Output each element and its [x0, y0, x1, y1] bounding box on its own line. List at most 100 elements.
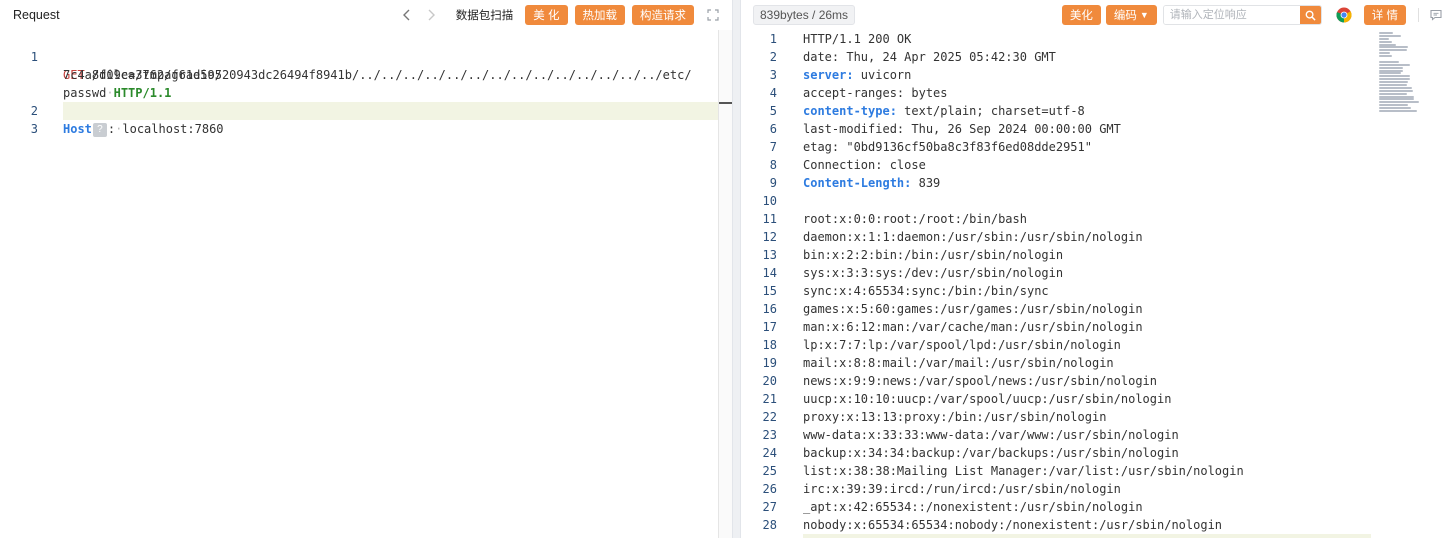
- response-text: list:x:38:38:Mailing List Manager:/var/l…: [803, 464, 1244, 478]
- response-line: 4 accept-ranges: bytes: [741, 84, 1455, 102]
- response-text: bin:x:2:2:bin:/bin:/usr/sbin/nologin: [803, 248, 1064, 262]
- line-number: 13: [762, 248, 777, 262]
- pane-divider[interactable]: [732, 0, 741, 538]
- line-number: 6: [769, 122, 777, 136]
- chevron-left-icon[interactable]: [397, 5, 417, 25]
- line-number: 23: [762, 428, 777, 442]
- line-number: 7: [769, 140, 777, 154]
- request-title: Request: [13, 8, 60, 22]
- line-number: 11: [762, 212, 777, 226]
- response-line: 21 uucp:x:10:10:uucp:/var/spool/uucp:/usr…: [741, 390, 1455, 408]
- scroll-position-marker: [719, 102, 732, 104]
- response-stats-badge: 839bytes / 26ms: [753, 5, 856, 25]
- response-text: date: Thu, 24 Apr 2025 05:42:30 GMT: [803, 50, 1056, 64]
- response-line: 20 news:x:9:9:news:/var/spool/news:/usr/s…: [741, 372, 1455, 390]
- response-line: 7 etag: "0bd9136cf50ba8c3f83f6ed08dde2951…: [741, 138, 1455, 156]
- search-icon[interactable]: [1299, 6, 1321, 24]
- details-button[interactable]: 详 情: [1363, 5, 1406, 25]
- response-editor[interactable]: 1 HTTP/1.1 200 OK 2 date: Thu, 24 Apr 2025 …: [741, 30, 1455, 538]
- response-text: news:x:9:9:news:/var/spool/news:/usr/sbi…: [803, 374, 1158, 388]
- packet-scan-button[interactable]: 数据包扫描: [451, 5, 519, 25]
- response-text: HTTP/1.1 200 OK: [803, 32, 912, 46]
- request-line-2: 2 Host?:·localhost:7860: [0, 84, 732, 137]
- response-line: 24 backup:x:34:34:backup:/var/backups:/us…: [741, 444, 1455, 462]
- response-line: 16 games:x:5:60:games:/usr/games:/usr/sbi…: [741, 300, 1455, 318]
- request-line-3: 3: [0, 102, 732, 136]
- line-number: 25: [762, 464, 777, 478]
- response-text: daemon:x:1:1:daemon:/usr/sbin:/usr/sbin/…: [803, 230, 1143, 244]
- request-toolbar: Request 数据包扫描 美 化 热加载 构造请求: [0, 0, 732, 30]
- response-header-value: text/plain; charset=utf-8: [896, 104, 1085, 118]
- response-text: sync:x:4:65534:sync:/bin:/bin/sync: [803, 284, 1049, 298]
- chevron-right-icon[interactable]: [421, 5, 441, 25]
- line-number: 19: [762, 356, 777, 370]
- response-text: _apt:x:42:65534::/nonexistent:/usr/sbin/…: [803, 500, 1143, 514]
- line-number: 2: [769, 50, 777, 64]
- response-line: 23 www-data:x:33:33:www-data:/var/www:/us…: [741, 426, 1455, 444]
- response-line: 2 date: Thu, 24 Apr 2025 05:42:30 GMT: [741, 48, 1455, 66]
- request-pane: Request 数据包扫描 美 化 热加载 构造请求 1 GET·/file=/…: [0, 0, 732, 538]
- encode-label: 编码: [1113, 10, 1137, 22]
- line-number: 16: [762, 302, 777, 316]
- construct-request-button[interactable]: 构造请求: [632, 5, 694, 25]
- response-line: 15 sync:x:4:65534:sync:/bin:/bin/sync: [741, 282, 1455, 300]
- line-number: 8: [769, 158, 777, 172]
- line-number: 10: [762, 194, 777, 208]
- request-line-1-wrap2: passwd·HTTP/1.1: [63, 86, 172, 100]
- header-name-host: Host: [63, 122, 92, 136]
- response-header-value: uvicorn: [853, 68, 912, 82]
- response-lines: 1 HTTP/1.1 200 OK 2 date: Thu, 24 Apr 2025 …: [741, 30, 1455, 534]
- request-scrollbar[interactable]: [718, 30, 732, 538]
- line-number: 5: [769, 104, 777, 118]
- hot-load-button[interactable]: 热加载: [574, 5, 625, 25]
- response-text: last-modified: Thu, 26 Sep 2024 00:00:00…: [803, 122, 1121, 136]
- response-search: [1162, 5, 1322, 25]
- response-text: nobody:x:65534:65534:nobody:/nonexistent…: [803, 518, 1223, 532]
- line-number: 1: [769, 32, 777, 46]
- response-beautify-button[interactable]: 美化: [1061, 5, 1101, 25]
- line-number: 27: [762, 500, 777, 514]
- encode-dropdown[interactable]: 编码 ▼: [1105, 5, 1157, 25]
- line-number: 21: [762, 392, 777, 406]
- response-text: mail:x:8:8:mail:/var/mail:/usr/sbin/nolo…: [803, 356, 1114, 370]
- response-text: backup:x:34:34:backup:/var/backups:/usr/…: [803, 446, 1179, 460]
- chevron-down-icon: ▼: [1139, 10, 1149, 20]
- response-minimap[interactable]: [1379, 32, 1441, 113]
- response-text: www-data:x:33:33:www-data:/var/www:/usr/…: [803, 428, 1179, 442]
- active-line-highlight: [803, 534, 1371, 538]
- line-number: 18: [762, 338, 777, 352]
- response-line: 27 _apt:x:42:65534::/nonexistent:/usr/sbi…: [741, 498, 1455, 516]
- response-text: Connection: close: [803, 158, 926, 172]
- response-search-input[interactable]: [1163, 6, 1300, 24]
- toolbar-separator: [1418, 8, 1419, 22]
- response-text: man:x:6:12:man:/var/cache/man:/usr/sbin/…: [803, 320, 1143, 334]
- response-header-name: server:: [803, 68, 854, 82]
- fullscreen-icon[interactable]: [702, 5, 724, 25]
- help-icon[interactable]: ?: [92, 123, 107, 137]
- response-text: sys:x:3:3:sys:/dev:/usr/sbin/nologin: [803, 266, 1064, 280]
- response-text: uucp:x:10:10:uucp:/var/spool/uucp:/usr/s…: [803, 392, 1172, 406]
- request-line-1: 1 GET·/file=/tmp/gradio/: [0, 30, 732, 82]
- response-text: lp:x:7:7:lp:/var/spool/lpd:/usr/sbin/nol…: [803, 338, 1121, 352]
- response-line: 8 Connection: close: [741, 156, 1455, 174]
- line-number: 17: [762, 320, 777, 334]
- request-beautify-button[interactable]: 美 化: [525, 5, 568, 25]
- request-line-1-wrap: 7c4a8d09ca3762af61e59520943dc26494f8941b…: [0, 48, 732, 82]
- response-text: proxy:x:13:13:proxy:/bin:/usr/sbin/nolog…: [803, 410, 1107, 424]
- response-line: 19 mail:x:8:8:mail:/var/mail:/usr/sbin/no…: [741, 354, 1455, 372]
- response-line: 17 man:x:6:12:man:/var/cache/man:/usr/sbi…: [741, 318, 1455, 336]
- response-line: 26 irc:x:39:39:ircd:/run/ircd:/usr/sbin/n…: [741, 480, 1455, 498]
- response-line: 22 proxy:x:13:13:proxy:/bin:/usr/sbin/nol…: [741, 408, 1455, 426]
- response-line: 6 last-modified: Thu, 26 Sep 2024 00:00:0…: [741, 120, 1455, 138]
- line-number: 3: [769, 68, 777, 82]
- line-number: 14: [762, 266, 777, 280]
- response-line: 11 root:x:0:0:root:/root:/bin/bash: [741, 210, 1455, 228]
- chrome-icon[interactable]: [1336, 7, 1352, 23]
- response-line: 10: [741, 192, 1455, 210]
- response-line: 9 Content-Length: 839: [741, 174, 1455, 192]
- header-value-host: localhost:7860: [122, 122, 224, 136]
- request-editor[interactable]: 1 GET·/file=/tmp/gradio/ 7c4a8d09ca3762a…: [0, 30, 732, 538]
- comment-icon[interactable]: [1425, 5, 1447, 25]
- response-text: accept-ranges: bytes: [803, 86, 948, 100]
- line-number: 3: [30, 122, 38, 136]
